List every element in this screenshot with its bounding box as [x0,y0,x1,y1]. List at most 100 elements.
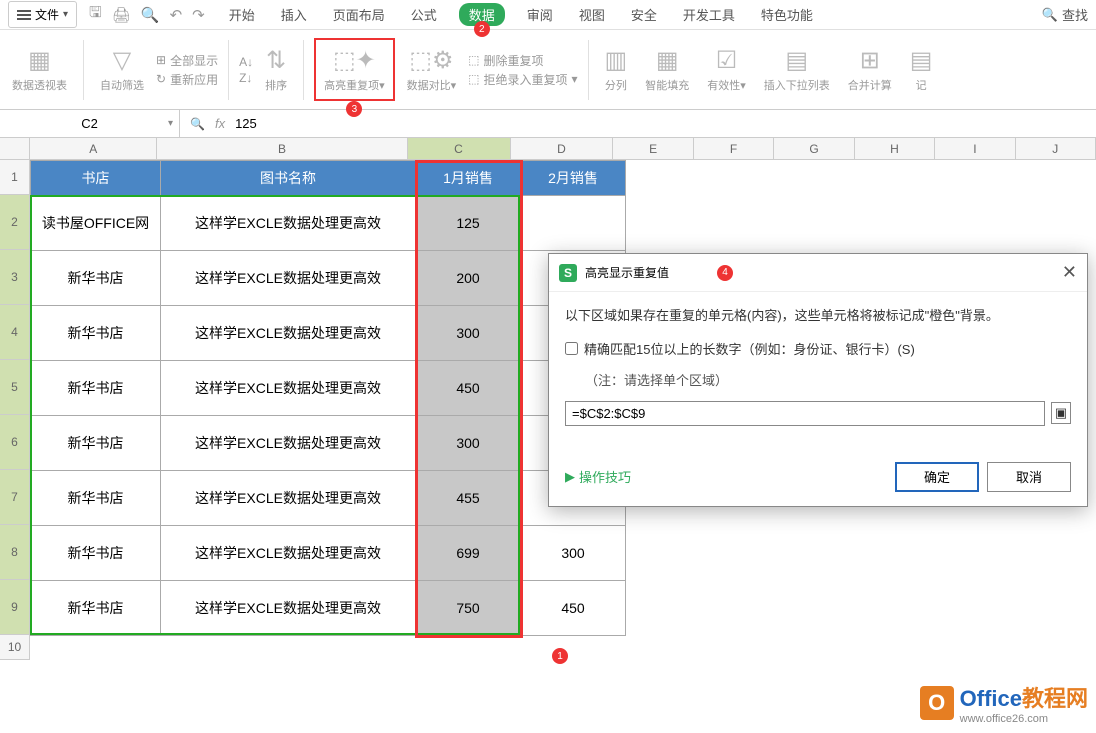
redo-icon[interactable]: ↷ [192,6,205,24]
header-bookname[interactable]: 图书名称 [161,161,416,196]
col-header-g[interactable]: G [774,138,854,159]
cancel-button[interactable]: 取消 [987,462,1071,492]
cell[interactable]: 这样学EXCLE数据处理更高效 [161,196,416,251]
cell[interactable]: 300 [416,416,521,471]
cell[interactable]: 新华书店 [31,306,161,361]
cell[interactable]: 450 [521,581,626,636]
col-header-i[interactable]: I [935,138,1015,159]
cell[interactable]: 200 [416,251,521,306]
col-header-e[interactable]: E [613,138,693,159]
sort-asc-button[interactable]: A↓ [239,55,253,69]
search-button[interactable]: 🔍 查找 [1042,5,1088,24]
consolidate-button[interactable]: ⊞ 合并计算 [842,44,898,95]
range-select-button[interactable]: ▣ [1051,402,1071,424]
sort-button[interactable]: ⇅ 排序 [259,44,293,95]
tab-view[interactable]: 视图 [575,3,609,26]
tab-special[interactable]: 特色功能 [757,3,817,26]
cell[interactable]: 读书屋OFFICE网 [31,196,161,251]
tab-home[interactable]: 开始 [225,3,259,26]
formula-input[interactable] [235,116,1086,131]
fx-label[interactable]: fx [215,116,225,131]
row-header-7[interactable]: 7 [0,470,30,525]
validity-button[interactable]: ☑ 有效性▾ [701,44,752,95]
insert-dropdown-button[interactable]: ▤ 插入下拉列表 [758,44,836,95]
col-header-c[interactable]: C [408,138,511,159]
cell[interactable]: 这样学EXCLE数据处理更高效 [161,306,416,361]
cell[interactable]: 450 [416,361,521,416]
row-header-9[interactable]: 9 [0,580,30,635]
col-header-j[interactable]: J [1016,138,1096,159]
cell[interactable]: 这样学EXCLE数据处理更高效 [161,471,416,526]
cell[interactable]: 300 [416,306,521,361]
col-header-b[interactable]: B [157,138,407,159]
cell[interactable]: 这样学EXCLE数据处理更高效 [161,361,416,416]
tab-layout[interactable]: 页面布局 [329,3,389,26]
col-header-d[interactable]: D [511,138,614,159]
header-feb[interactable]: 2月销售 [521,161,626,196]
row-header-6[interactable]: 6 [0,415,30,470]
cell[interactable]: 新华书店 [31,251,161,306]
split-col-button[interactable]: ▥ 分列 [599,44,634,95]
print-icon[interactable]: 🖨 [112,6,131,24]
close-icon[interactable]: ✕ [1062,262,1077,283]
cell[interactable] [521,196,626,251]
header-bookstore[interactable]: 书店 [31,161,161,196]
cell[interactable]: 新华书店 [31,471,161,526]
name-box[interactable]: ▾ [0,110,180,137]
cell[interactable]: 这样学EXCLE数据处理更高效 [161,526,416,581]
cell[interactable]: 455 [416,471,521,526]
undo-icon[interactable]: ↶ [170,6,183,24]
tab-formula[interactable]: 公式 [407,3,441,26]
delete-dup-button[interactable]: ⬚删除重复项 [468,52,577,69]
cell[interactable]: 300 [521,526,626,581]
col-header-h[interactable]: H [855,138,935,159]
tips-link[interactable]: ▶ 操作技巧 [565,467,631,486]
header-jan[interactable]: 1月销售 [416,161,521,196]
cell[interactable]: 750 [416,581,521,636]
reject-dup-button[interactable]: ⬚拒绝录入重复项▾ [468,71,577,88]
file-menu-button[interactable]: 文件 ▾ [8,1,77,28]
row-header-8[interactable]: 8 [0,525,30,580]
cell[interactable]: 这样学EXCLE数据处理更高效 [161,251,416,306]
cell[interactable]: 新华书店 [31,361,161,416]
tab-insert[interactable]: 插入 [277,3,311,26]
cell[interactable]: 新华书店 [31,416,161,471]
select-all-corner[interactable] [0,138,30,160]
cell[interactable]: 新华书店 [31,581,161,636]
row-header-5[interactable]: 5 [0,360,30,415]
reapply-button[interactable]: ↻重新应用 [156,71,218,88]
row-header-4[interactable]: 4 [0,305,30,360]
tab-data[interactable]: 数据 2 [459,3,505,26]
zoom-icon[interactable]: 🔍 [190,117,205,131]
data-compare-button[interactable]: ⬚⚙ 数据对比▾ [401,44,463,95]
cell[interactable]: 699 [416,526,521,581]
highlight-dup-button[interactable]: ⬚✦ 高亮重复项▾ [318,44,391,95]
ok-button[interactable]: 确定 [895,462,979,492]
cell[interactable]: 新华书店 [31,526,161,581]
sort-desc-button[interactable]: Z↓ [239,71,253,85]
dialog-titlebar[interactable]: S 高亮显示重复值 4 ✕ [549,254,1087,292]
namebox-dropdown-icon[interactable]: ▾ [168,118,173,129]
pivot-button[interactable]: ▦ 数据透视表 [6,44,73,95]
tab-review[interactable]: 审阅 [523,3,557,26]
show-all-button[interactable]: ⊞全部显示 [156,52,218,69]
tab-security[interactable]: 安全 [627,3,661,26]
row-header-2[interactable]: 2 [0,195,30,250]
row-header-10[interactable]: 10 [0,635,30,660]
smart-fill-button[interactable]: ▦ 智能填充 [639,44,695,95]
range-input[interactable] [565,401,1045,426]
name-box-input[interactable] [0,116,179,131]
preview-icon[interactable]: 🔍 [141,6,160,24]
cell[interactable]: 125 [416,196,521,251]
col-header-f[interactable]: F [694,138,774,159]
col-header-a[interactable]: A [30,138,157,159]
autofilter-button[interactable]: ▽ 自动筛选 [94,44,150,95]
row-header-1[interactable]: 1 [0,160,30,195]
precise-match-checkbox[interactable] [565,342,578,355]
record-button[interactable]: ▤ 记 [904,44,939,95]
cell[interactable]: 这样学EXCLE数据处理更高效 [161,581,416,636]
tab-dev[interactable]: 开发工具 [679,3,739,26]
save-icon[interactable]: 🖫 [89,2,102,27]
precise-match-option[interactable]: 精确匹配15位以上的长数字（例如：身份证、银行卡）(S) [565,339,1071,358]
cell[interactable]: 这样学EXCLE数据处理更高效 [161,416,416,471]
